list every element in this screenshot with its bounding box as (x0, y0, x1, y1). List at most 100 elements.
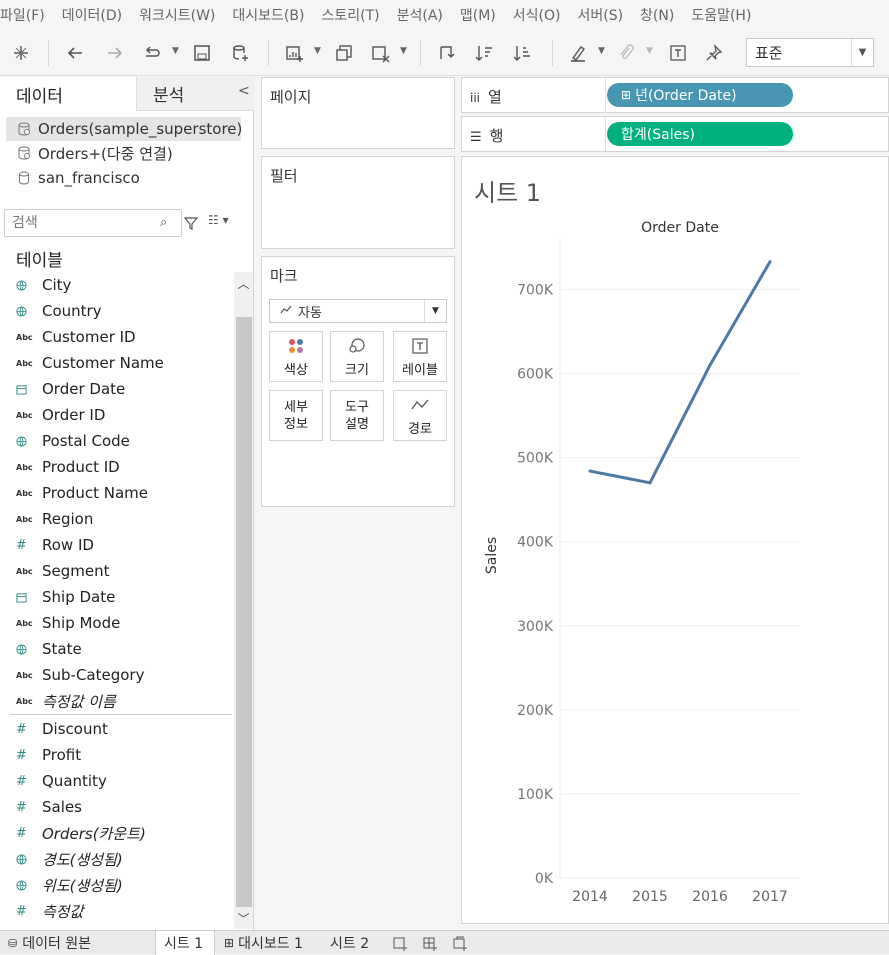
new-dashboard-tab-icon[interactable] (414, 931, 438, 955)
loop-icon[interactable] (140, 38, 164, 68)
field-item[interactable]: Abc Customer Name (0, 350, 234, 376)
data-point[interactable] (768, 260, 772, 264)
chevron-down-icon[interactable]: ▼ (400, 46, 407, 56)
field-item[interactable]: # Profit (0, 742, 234, 768)
menu-item[interactable]: 도움말(H) (691, 5, 768, 25)
columns-shelf[interactable]: iii 열 ⊞ 년(Order Date) (461, 77, 889, 113)
path-button[interactable]: 경로 (393, 390, 447, 441)
datasource-item[interactable]: Orders(sample_superstore) (6, 117, 242, 141)
redo-icon[interactable] (102, 38, 128, 68)
data-point[interactable] (708, 363, 712, 367)
menu-item[interactable]: 분석(A) (397, 5, 460, 25)
menu-item[interactable]: 데이터(D) (62, 5, 139, 25)
menu-item[interactable]: 스토리(T) (321, 5, 396, 25)
field-item[interactable]: Order Date (0, 376, 234, 402)
undo-icon[interactable] (62, 38, 88, 68)
search-icon[interactable]: ⌕ (160, 215, 167, 230)
new-worksheet-icon[interactable] (282, 38, 306, 68)
sort-descending-icon[interactable] (510, 38, 534, 68)
datasource-item[interactable]: san_francisco (6, 166, 241, 190)
menu-item[interactable]: 서식(O) (513, 5, 578, 25)
color-button[interactable]: 색상 (269, 331, 323, 382)
chevron-down-icon[interactable]: ▼ (314, 46, 321, 56)
size-button[interactable]: 크기 (330, 331, 384, 382)
field-item[interactable]: Abc Segment (0, 558, 234, 584)
label-button[interactable]: 레이블 (393, 331, 447, 382)
search-input[interactable] (4, 209, 182, 237)
tab-sheet-1[interactable]: 시트 1 (155, 931, 215, 955)
datasource-item[interactable]: Orders+(다중 연결) (6, 141, 241, 165)
expand-plus-icon[interactable]: ⊞ (621, 88, 631, 102)
field-item[interactable]: Abc Product ID (0, 454, 234, 480)
clear-sheet-icon[interactable] (368, 38, 392, 68)
swap-rows-columns-icon[interactable] (434, 38, 458, 68)
rows-pill[interactable]: 합계(Sales) (607, 122, 793, 146)
data-point[interactable] (648, 481, 652, 485)
field-item[interactable]: # Sales (0, 794, 234, 820)
field-item[interactable]: # Row ID (0, 532, 234, 558)
pin-icon[interactable] (702, 38, 726, 68)
field-item[interactable]: 위도(생성됨) (0, 872, 234, 898)
pages-card[interactable]: 페이지 (261, 77, 455, 149)
field-item[interactable]: # Quantity (0, 768, 234, 794)
field-label: Postal Code (42, 432, 130, 450)
field-item[interactable]: 경도(생성됨) (0, 846, 234, 872)
field-item[interactable]: Abc Product Name (0, 480, 234, 506)
menu-item[interactable]: 서버(S) (577, 5, 640, 25)
scroll-up-icon[interactable]: ︿ (234, 272, 253, 294)
new-worksheet-tab-icon[interactable] (384, 931, 408, 955)
columns-pill[interactable]: ⊞ 년(Order Date) (607, 83, 793, 107)
tab-data-source[interactable]: ⛁ 데이터 원본 (0, 931, 91, 955)
sort-ascending-icon[interactable] (472, 38, 496, 68)
series-line[interactable] (589, 260, 772, 485)
field-item[interactable]: Abc Sub-Category (0, 662, 234, 688)
menu-item[interactable]: 파일(F) (0, 5, 62, 25)
collapse-pane-icon[interactable]: < (238, 83, 250, 99)
menu-item[interactable]: 맵(M) (460, 5, 513, 25)
new-story-tab-icon[interactable] (444, 931, 468, 955)
tab-dashboard-1[interactable]: ⊞ 대시보드 1 (216, 931, 303, 955)
tab-sheet-2[interactable]: 시트 2 (322, 931, 369, 955)
highlight-icon[interactable] (566, 38, 590, 68)
tooltip-button[interactable]: 도구 설명 (330, 390, 384, 441)
field-item[interactable]: Abc Customer ID (0, 324, 234, 350)
line-chart[interactable]: 0K 100K 200K 300K 400K 500K 600K 700K 2014 2015 20… (462, 157, 889, 925)
menu-item[interactable]: 창(N) (640, 5, 691, 25)
scrollbar[interactable]: ︿ ﹀ (234, 272, 253, 929)
field-item[interactable]: Country (0, 298, 234, 324)
field-item[interactable]: State (0, 636, 234, 662)
field-item[interactable]: Ship Date (0, 584, 234, 610)
field-item[interactable]: # 측정값 (0, 898, 234, 924)
field-item[interactable]: Abc 측정값 이름 (0, 688, 234, 714)
fit-dropdown[interactable]: 표준 ▼ (746, 38, 874, 67)
show-labels-icon[interactable] (666, 38, 690, 68)
menu-item[interactable]: 워크시트(W) (139, 5, 232, 25)
field-item[interactable]: City (0, 272, 234, 298)
duplicate-sheet-icon[interactable] (332, 38, 356, 68)
data-point[interactable] (588, 469, 592, 473)
field-item[interactable]: Abc Region (0, 506, 234, 532)
field-item[interactable]: Postal Code (0, 428, 234, 454)
new-datasource-icon[interactable] (228, 38, 252, 68)
group-members-icon[interactable] (614, 38, 638, 68)
field-item[interactable]: # Orders(카운트) (0, 820, 234, 846)
detail-button[interactable]: 세부 정보 (269, 390, 323, 441)
tableau-logo-icon[interactable] (8, 38, 34, 68)
field-item[interactable]: Abc Order ID (0, 402, 234, 428)
chevron-down-icon[interactable]: ▼ (646, 46, 653, 56)
mark-type-dropdown[interactable]: 자동 ▼ (269, 299, 447, 323)
filter-icon[interactable] (183, 215, 199, 234)
field-item[interactable]: Abc Ship Mode (0, 610, 234, 636)
menu-item[interactable]: 대시보드(B) (232, 5, 321, 25)
rows-shelf[interactable]: ☰ 행 합계(Sales) (461, 116, 889, 152)
tab-data[interactable]: 데이터 (0, 77, 136, 111)
scroll-thumb[interactable] (236, 317, 252, 907)
filters-card[interactable]: 필터 (261, 156, 455, 249)
save-icon[interactable] (190, 38, 214, 68)
scroll-down-icon[interactable]: ﹀ (234, 908, 253, 928)
chevron-down-icon[interactable]: ▼ (598, 46, 605, 56)
field-item[interactable]: # Discount (0, 716, 234, 742)
tab-analysis[interactable]: 분석 (136, 77, 254, 111)
chevron-down-icon[interactable]: ▼ (172, 46, 179, 56)
view-options-icon[interactable]: ☷ ▾ (208, 213, 229, 227)
